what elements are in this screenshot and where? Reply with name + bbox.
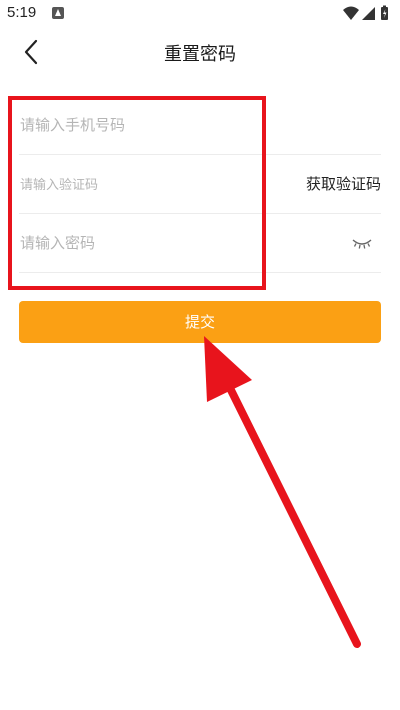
eye-closed-icon xyxy=(352,239,372,249)
page-title: 重置密码 xyxy=(164,44,236,65)
reset-password-form: 获取验证码 xyxy=(0,96,400,273)
verification-code-input[interactable] xyxy=(20,155,280,213)
screen: 5:19 重置密码 请输入手机号码 请输入验证码 获取验证码 提交 xyxy=(0,0,400,710)
get-code-button[interactable]: 获取验证码 xyxy=(306,155,381,213)
signal-icon xyxy=(362,7,375,20)
password-visibility-toggle[interactable] xyxy=(351,235,373,249)
phone-row xyxy=(19,96,381,155)
wifi-icon xyxy=(343,6,359,20)
phone-input[interactable] xyxy=(20,96,280,154)
status-indicators xyxy=(342,4,392,22)
status-time: 5:19 xyxy=(7,4,37,21)
password-row xyxy=(19,214,381,273)
battery-icon xyxy=(381,5,388,20)
password-input[interactable] xyxy=(20,214,280,272)
submit-button[interactable]: 提交 xyxy=(19,301,381,343)
header: 重置密码 xyxy=(0,28,400,76)
status-bar: 5:19 xyxy=(0,0,400,28)
code-row: 获取验证码 xyxy=(19,155,381,214)
notification-app-icon xyxy=(52,7,64,19)
